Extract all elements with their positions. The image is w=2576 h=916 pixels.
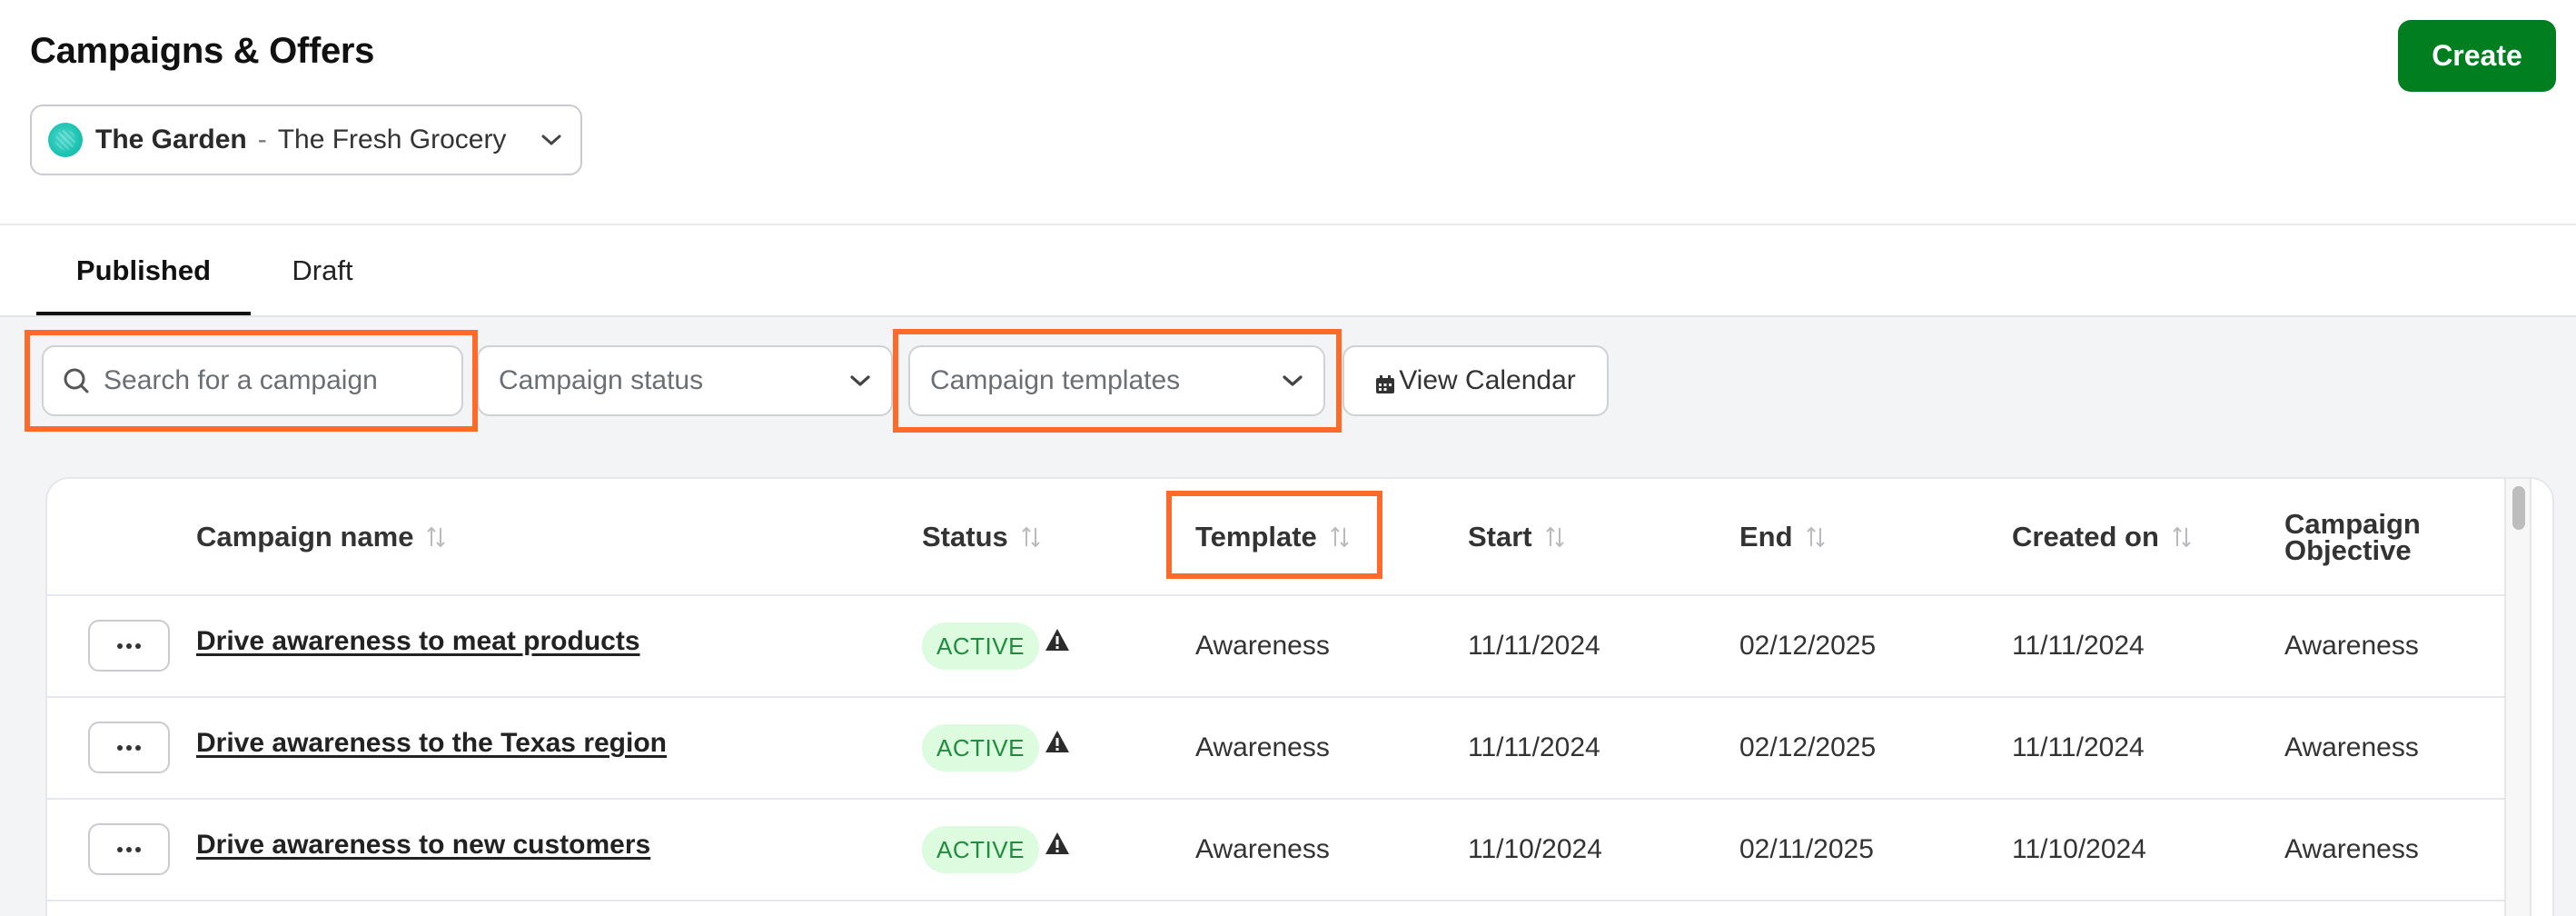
end-date-cell: 02/12/2025 xyxy=(1739,631,1877,661)
status-select-placeholder: Campaign status xyxy=(499,365,704,395)
view-calendar-label: View Calendar xyxy=(1399,365,1576,395)
chevron-down-icon xyxy=(849,373,871,388)
column-header-template[interactable]: Template xyxy=(1195,479,1350,594)
warning-icon[interactable] xyxy=(1045,628,1070,652)
create-button[interactable]: Create xyxy=(2398,20,2556,92)
campaign-name-link[interactable]: Drive awareness to the Texas region xyxy=(196,728,667,759)
objective-cell: Awareness xyxy=(2284,631,2419,661)
column-header-end[interactable]: End xyxy=(1739,479,1826,594)
page-title: Campaigns & Offers xyxy=(30,31,375,71)
template-cell: Awareness xyxy=(1195,732,1330,762)
template-cell: Awareness xyxy=(1195,834,1330,864)
calendar-icon xyxy=(1375,371,1395,393)
sort-icon xyxy=(427,526,446,547)
campaigns-table: Campaign name Status Template Start End … xyxy=(45,477,2554,916)
column-header-campaign-objective: Campaign Objective xyxy=(2284,479,2421,594)
templates-select-placeholder: Campaign templates xyxy=(930,365,1181,395)
created-on-cell: 11/11/2024 xyxy=(2012,732,2145,762)
sort-icon xyxy=(1806,526,1825,547)
table-scrollbar[interactable] xyxy=(2504,479,2531,916)
tab-draft[interactable]: Draft xyxy=(272,225,372,315)
objective-cell: Awareness xyxy=(2284,834,2419,864)
more-horizontal-icon xyxy=(117,642,141,649)
store-separator: - xyxy=(257,124,267,154)
search-icon xyxy=(62,366,91,395)
column-label: Campaign name xyxy=(196,520,414,553)
column-header-campaign-name[interactable]: Campaign name xyxy=(196,479,446,594)
store-avatar-icon xyxy=(48,123,83,157)
store-selector[interactable]: The Garden - The Fresh Grocery xyxy=(30,105,582,175)
objective-cell: Awareness xyxy=(2284,732,2419,762)
status-badge: ACTIVE xyxy=(922,826,1039,873)
sort-icon xyxy=(2173,526,2191,547)
column-label: End xyxy=(1739,520,1793,553)
table-row: Drive awareness to meat products ACTIVE … xyxy=(47,596,2504,698)
sort-icon xyxy=(1022,526,1040,547)
start-date-cell: 11/11/2024 xyxy=(1468,631,1600,661)
column-header-created-on[interactable]: Created on xyxy=(2012,479,2192,594)
column-label-line1: Campaign xyxy=(2284,507,2421,540)
store-name: The Garden xyxy=(95,124,247,154)
sort-icon xyxy=(1331,526,1349,547)
column-label: Status xyxy=(922,520,1008,553)
warning-icon[interactable] xyxy=(1045,831,1070,855)
campaign-status-select[interactable]: Campaign status xyxy=(477,345,893,416)
chevron-down-icon xyxy=(539,127,564,153)
table-row: Drive awareness to the Texas region ACTI… xyxy=(47,698,2504,800)
search-input[interactable]: Search for a campaign xyxy=(42,345,463,416)
column-header-status[interactable]: Status xyxy=(922,479,1041,594)
row-actions-button[interactable] xyxy=(88,620,170,672)
campaign-templates-select[interactable]: Campaign templates xyxy=(908,345,1325,416)
warning-icon[interactable] xyxy=(1045,730,1070,753)
end-date-cell: 02/12/2025 xyxy=(1739,732,1877,762)
start-date-cell: 11/10/2024 xyxy=(1468,834,1602,864)
chevron-down-icon xyxy=(1282,373,1303,388)
search-placeholder: Search for a campaign xyxy=(104,365,378,395)
column-label: Template xyxy=(1195,520,1317,553)
scrollbar-thumb[interactable] xyxy=(2512,486,2525,530)
more-horizontal-icon xyxy=(117,846,141,852)
column-label: Start xyxy=(1468,520,1532,553)
tab-bar: Published Draft xyxy=(0,225,2576,315)
created-on-cell: 11/11/2024 xyxy=(2012,631,2145,661)
column-label-line2: Objective xyxy=(2284,533,2412,566)
table-header: Campaign name Status Template Start End … xyxy=(47,479,2504,596)
created-on-cell: 11/10/2024 xyxy=(2012,834,2146,864)
store-subname: The Fresh Grocery xyxy=(277,124,507,154)
row-actions-button[interactable] xyxy=(88,823,170,875)
status-badge: ACTIVE xyxy=(922,724,1039,772)
view-calendar-button[interactable]: View Calendar xyxy=(1342,345,1609,416)
start-date-cell: 11/11/2024 xyxy=(1468,732,1600,762)
column-label: Created on xyxy=(2012,520,2159,553)
campaign-name-link[interactable]: Drive awareness to meat products xyxy=(196,626,640,657)
more-horizontal-icon xyxy=(117,744,141,751)
end-date-cell: 02/11/2025 xyxy=(1739,834,1874,864)
sort-icon xyxy=(1545,526,1564,547)
tab-published[interactable]: Published xyxy=(36,225,251,315)
row-actions-button[interactable] xyxy=(88,722,170,773)
status-badge: ACTIVE xyxy=(922,622,1039,670)
campaign-name-link[interactable]: Drive awareness to new customers xyxy=(196,830,650,861)
column-header-start[interactable]: Start xyxy=(1468,479,1565,594)
template-cell: Awareness xyxy=(1195,631,1330,661)
table-row: Drive awareness to new customers ACTIVE … xyxy=(47,800,2504,901)
